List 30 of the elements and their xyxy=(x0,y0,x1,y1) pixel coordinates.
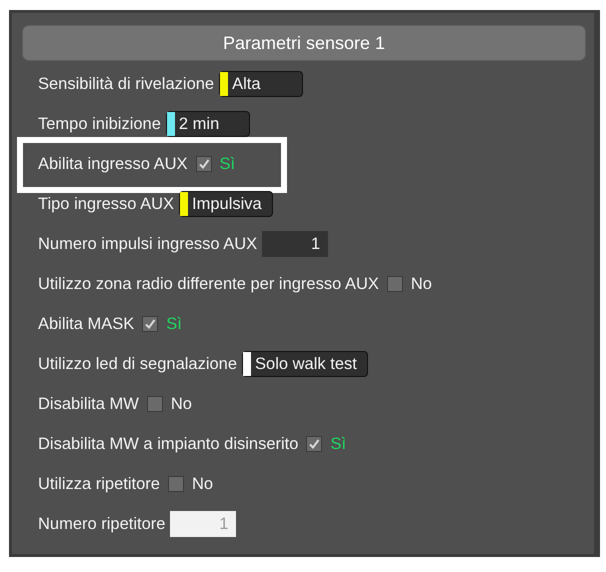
field-label: Numero impulsi ingresso AUX xyxy=(38,234,258,254)
field-label: Abilita ingresso AUX xyxy=(38,154,188,174)
checkbox[interactable] xyxy=(386,276,403,292)
field-label: Abilita MASK xyxy=(38,314,134,334)
field-label: Utilizzo led di segnalazione xyxy=(38,354,238,374)
field-label: Tempo inibizione xyxy=(38,114,161,134)
number-field[interactable]: 1 xyxy=(262,231,328,257)
checkbox[interactable] xyxy=(168,476,184,492)
field-label: Utilizzo zona radio differente per ingresso AUX xyxy=(38,274,379,294)
checkbox[interactable] xyxy=(146,396,163,412)
dropdown[interactable]: Solo walk test xyxy=(242,351,368,377)
checkbox[interactable] xyxy=(142,316,158,332)
field-label: Disabilita MW a impianto disinserito xyxy=(38,434,298,454)
checkbox-value: Sì xyxy=(220,154,236,174)
checkbox-value: No xyxy=(170,394,192,414)
dropdown[interactable]: 2 min xyxy=(166,111,250,137)
dropdown[interactable]: Impulsiva xyxy=(179,191,273,217)
field-label: Tipo ingresso AUX xyxy=(38,194,174,214)
checkbox[interactable] xyxy=(306,436,322,452)
dropdown[interactable]: Alta xyxy=(219,71,304,97)
checkbox-value: Sì xyxy=(330,434,346,454)
field-label: Utilizza ripetitore xyxy=(38,474,160,494)
field-label: Numero ripetitore xyxy=(38,514,166,534)
panel-title: Parametri sensore 1 xyxy=(22,25,586,61)
checkbox-value: No xyxy=(410,274,432,294)
checkbox-value: Sì xyxy=(166,314,182,334)
field-label: Disabilita MW xyxy=(38,394,139,414)
field-label: Sensibilità di rivelazione xyxy=(38,74,214,94)
checkbox[interactable] xyxy=(196,156,212,172)
checkbox-value: No xyxy=(192,474,214,494)
